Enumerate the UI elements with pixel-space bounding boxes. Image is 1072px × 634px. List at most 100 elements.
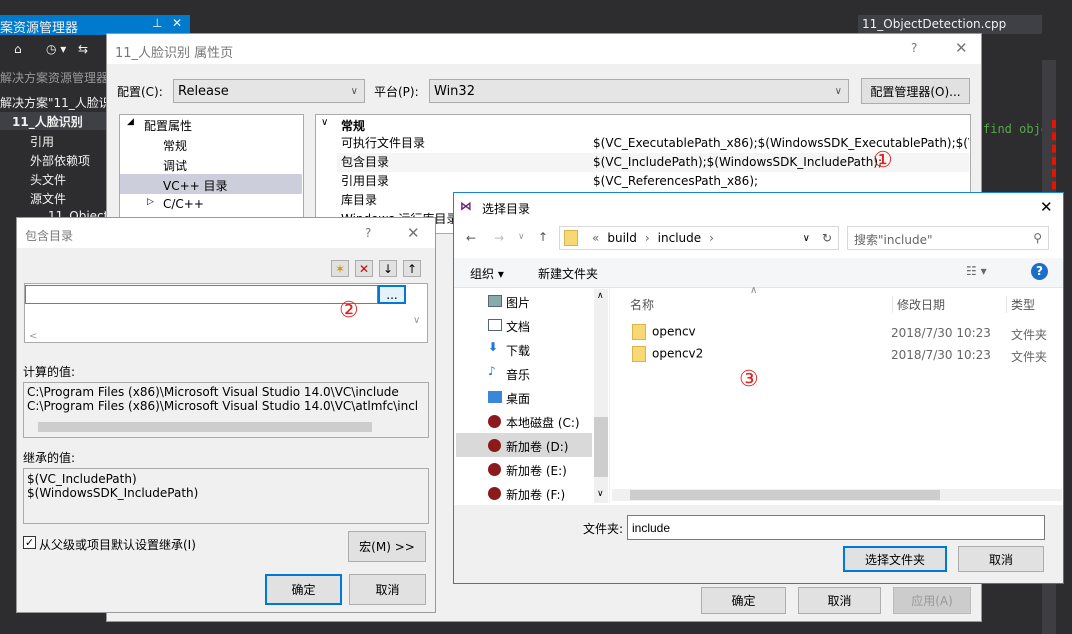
horizontal-scrollbar[interactable] xyxy=(38,422,372,432)
inherited-value: $(WindowsSDK_IncludePath) xyxy=(27,486,199,500)
section-chevron-icon[interactable]: ∨ xyxy=(321,117,328,128)
column-type[interactable]: 类型 xyxy=(1006,296,1035,313)
help-button[interactable]: ? xyxy=(911,41,917,55)
forward-icon[interactable]: → xyxy=(494,231,504,245)
include-dirs-dialog: 包含目录 ? ✕ ✶ ✕ ↓ ↑ ... ② < ∨ 计算的值: C:\Prog… xyxy=(16,217,436,613)
tree-item[interactable]: 引用 xyxy=(30,133,54,150)
nav-label: 图片 xyxy=(506,296,531,310)
apply-button[interactable]: 应用(A) xyxy=(893,587,971,614)
tree-item-vc-dirs[interactable]: VC++ 目录 xyxy=(163,177,228,194)
nav-item-selected[interactable]: 新加卷 (D:) xyxy=(488,438,569,455)
cancel-button[interactable]: 取消 xyxy=(958,546,1044,572)
tree-expand-icon[interactable]: ◢ xyxy=(127,117,134,127)
file-row[interactable]: opencv xyxy=(632,324,696,340)
grid-row-value[interactable]: $(VC_ExecutablePath_x86);$(WindowsSDK_Ex… xyxy=(593,134,969,153)
nav-label: 下载 xyxy=(506,344,531,358)
search-box[interactable]: 搜索"include" ⚲ xyxy=(847,226,1049,250)
project-label: 11_人脸识别 xyxy=(12,115,83,129)
tree-item[interactable]: 外部依赖项 xyxy=(30,152,90,169)
config-manager-button[interactable]: 配置管理器(O)... xyxy=(861,78,970,104)
column-name[interactable]: 名称 xyxy=(630,296,654,313)
file-list-hscrollbar[interactable] xyxy=(612,489,1062,501)
grid-row-name[interactable]: 可执行文件目录 xyxy=(341,134,425,153)
solution-node[interactable]: 解决方案"11_人脸识别 xyxy=(0,94,123,111)
folder-name-input[interactable] xyxy=(627,515,1045,540)
grid-row-name[interactable]: 包含目录 xyxy=(341,153,389,172)
grid-row-value[interactable]: $(VC_ReferencesPath_x86); xyxy=(593,172,758,191)
ok-button[interactable]: 确定 xyxy=(265,574,342,605)
breadcrumb-overflow[interactable]: « xyxy=(592,231,599,245)
file-row[interactable]: opencv2 xyxy=(632,346,703,362)
tree-item-config-props[interactable]: 配置属性 xyxy=(144,117,192,134)
cancel-button[interactable]: 取消 xyxy=(798,587,881,614)
tree-item-cpp[interactable]: C/C++ xyxy=(163,197,204,211)
select-folder-button[interactable]: 选择文件夹 xyxy=(843,546,947,572)
ok-button[interactable]: 确定 xyxy=(701,587,786,614)
nav-item[interactable]: ♪ 音乐 xyxy=(488,364,531,383)
inherit-checkbox-label[interactable]: 从父级或项目默认设置继承(I) xyxy=(39,536,196,553)
organize-menu[interactable]: 组织 ▾ xyxy=(470,265,504,282)
up-icon[interactable]: ↑ xyxy=(538,230,548,244)
tree-item[interactable]: 源文件 xyxy=(30,190,66,207)
nav-label: 音乐 xyxy=(506,368,531,382)
tree-item[interactable]: 头文件 xyxy=(30,171,66,188)
delete-icon[interactable]: ✕ xyxy=(355,260,373,277)
dialog-title: 包含目录 xyxy=(25,229,74,243)
scroll-down-icon[interactable]: ∨ xyxy=(413,315,420,326)
breadcrumb-build[interactable]: build xyxy=(607,231,637,245)
inherited-values-box: $(VC_IncludePath) $(WindowsSDK_IncludePa… xyxy=(23,468,429,524)
help-button[interactable]: ? xyxy=(365,226,371,240)
grid-row-name[interactable]: 引用目录 xyxy=(341,172,389,191)
close-button[interactable]: ✕ xyxy=(407,224,420,242)
move-down-icon[interactable]: ↓ xyxy=(379,260,397,277)
platform-select[interactable]: Win32 ∨ xyxy=(429,79,849,103)
help-icon[interactable]: ? xyxy=(1031,263,1048,280)
directory-edit-input[interactable] xyxy=(25,285,378,304)
macro-button[interactable]: 宏(M) >> xyxy=(348,531,426,562)
move-up-icon[interactable]: ↑ xyxy=(403,260,421,277)
close-button[interactable]: ✕ xyxy=(1040,198,1053,216)
recent-dropdown-icon[interactable]: ∨ xyxy=(518,232,525,242)
close-button[interactable]: ✕ xyxy=(955,39,968,57)
nav-item[interactable]: 新加卷 (E:) xyxy=(488,462,567,479)
config-select[interactable]: Release ∨ xyxy=(173,79,365,103)
solution-search[interactable]: 解决方案资源管理器(C xyxy=(0,69,121,86)
new-line-icon[interactable]: ✶ xyxy=(331,260,349,277)
nav-label: 新加卷 (D:) xyxy=(506,440,569,454)
inherit-checkbox[interactable]: ✓ xyxy=(23,536,36,549)
chevron-down-icon: ∨ xyxy=(834,85,842,97)
annotation-marker-3: ③ xyxy=(739,367,759,392)
new-folder-button[interactable]: 新建文件夹 xyxy=(538,265,598,282)
nav-item[interactable]: ⬇ 下载 xyxy=(488,340,531,359)
drive-icon xyxy=(488,415,501,428)
nav-item[interactable]: 文档 xyxy=(488,318,530,335)
annotation-marker-1: ① xyxy=(873,148,893,173)
home-icon[interactable]: ⌂ xyxy=(14,42,22,56)
tree-item-debug[interactable]: 调试 xyxy=(163,157,187,174)
close-panel-icon[interactable]: ✕ xyxy=(172,16,182,30)
nav-scrollbar[interactable]: ∧ ∨ xyxy=(594,289,608,503)
file-type: 文件夹 xyxy=(1011,328,1048,342)
nav-item[interactable]: 桌面 xyxy=(488,390,530,407)
tree-collapse-icon[interactable]: ▷ xyxy=(147,197,154,207)
pin-icon[interactable]: ⊥ xyxy=(152,16,162,30)
browse-button[interactable]: ... xyxy=(378,285,406,304)
grid-row-value[interactable]: $(VC_IncludePath);$(WindowsSDK_IncludePa… xyxy=(593,153,882,172)
grid-row-name[interactable]: 库目录 xyxy=(341,191,377,210)
history-icon[interactable]: ◷ ▾ xyxy=(46,42,66,56)
nav-item[interactable]: 新加卷 (F:) xyxy=(488,486,565,503)
sync-icon[interactable]: ⇆ xyxy=(78,42,88,56)
refresh-icon[interactable]: ↻ xyxy=(822,231,832,245)
cancel-button[interactable]: 取消 xyxy=(349,574,426,605)
nav-item[interactable]: 图片 xyxy=(488,294,531,311)
scroll-left-icon[interactable]: < xyxy=(29,331,37,342)
address-dropdown-icon[interactable]: ∨ xyxy=(803,233,810,244)
column-date[interactable]: 修改日期 xyxy=(892,296,945,313)
nav-item[interactable]: 本地磁盘 (C:) xyxy=(488,414,580,431)
back-icon[interactable]: ← xyxy=(466,231,476,245)
breadcrumb-include[interactable]: include xyxy=(658,231,701,245)
address-bar[interactable]: « build › include › ∨ ↻ xyxy=(559,226,839,250)
documents-icon xyxy=(488,319,502,331)
tree-item-general[interactable]: 常规 xyxy=(163,137,187,154)
view-options-icon[interactable]: ☷ ▾ xyxy=(966,264,987,278)
